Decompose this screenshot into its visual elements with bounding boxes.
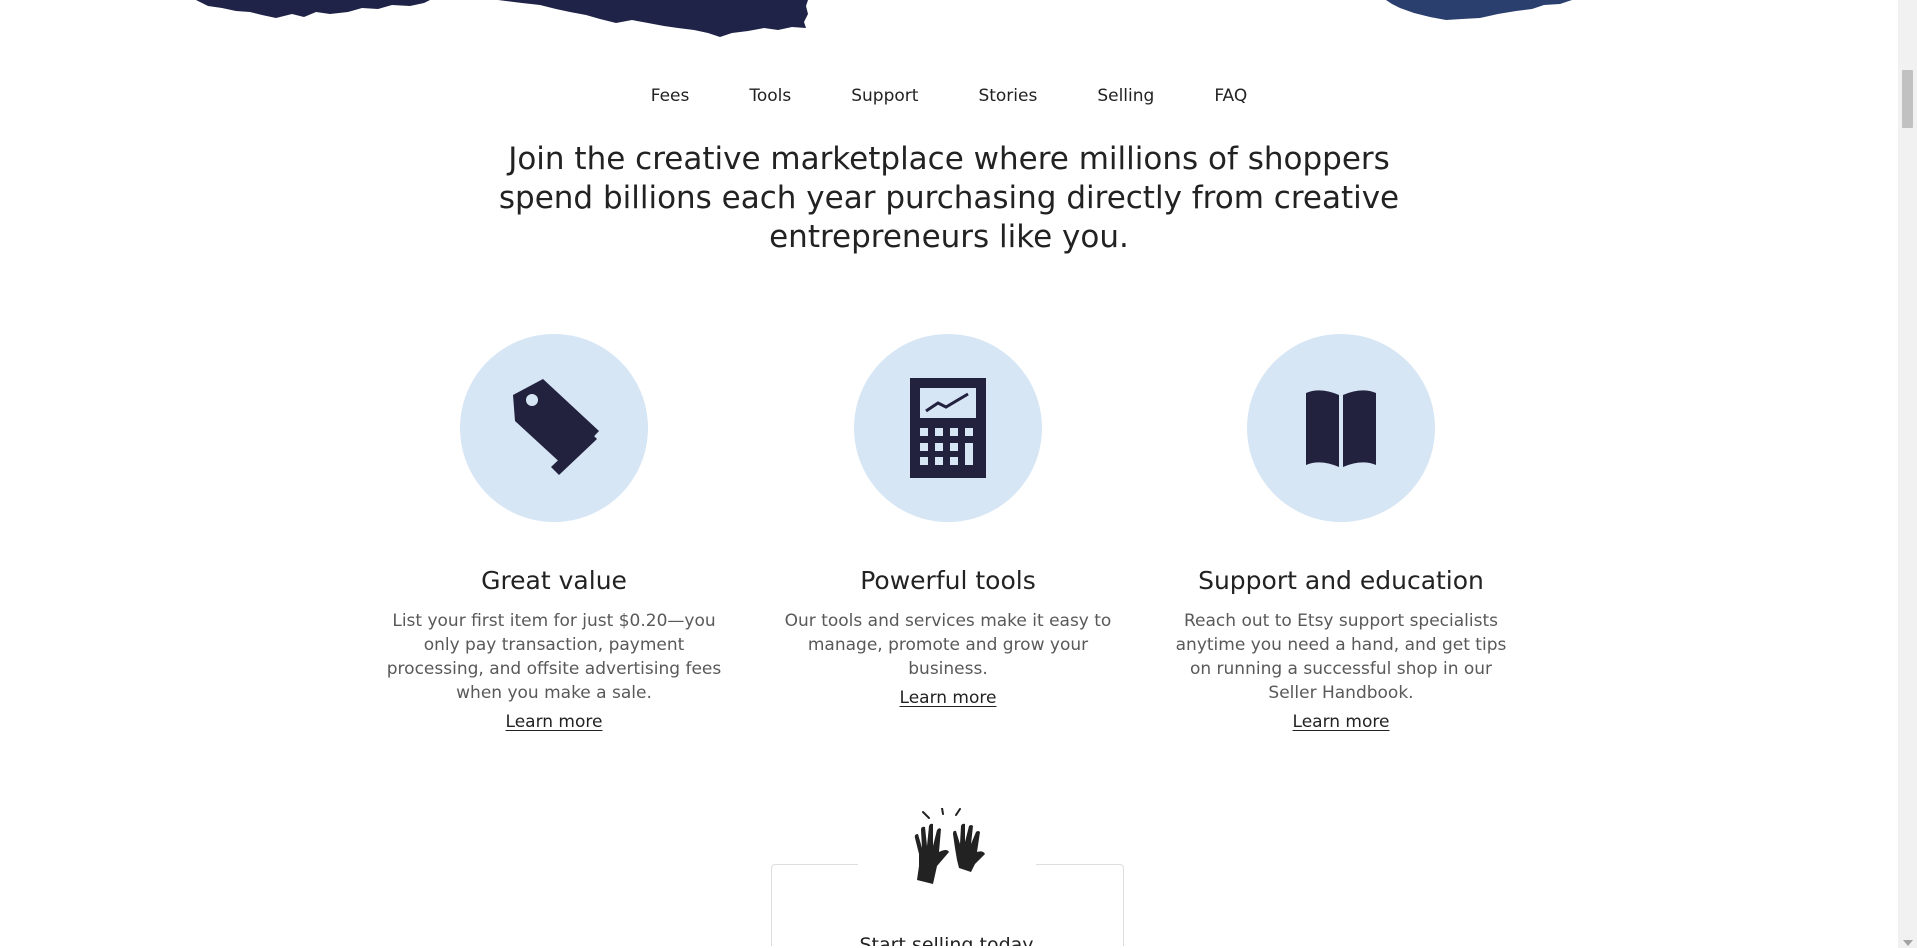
feature-great-value: Great value List your first item for jus… [374,334,734,732]
learn-more-link[interactable]: Learn more [900,688,997,708]
feature-icon-circle [854,334,1042,522]
feature-description: List your first item for just $0.20—you … [386,611,722,703]
clapping-hands-icon [914,808,985,884]
feature-icon-circle [1247,334,1435,522]
scrollbar[interactable] [1898,0,1917,948]
nav-stories[interactable]: Stories [978,86,1037,106]
learn-more-link[interactable]: Learn more [506,712,603,732]
nav-support[interactable]: Support [851,86,918,106]
nav-tools[interactable]: Tools [749,86,791,106]
feature-title: Powerful tools [860,566,1036,595]
page: Fees Tools Support Stories Selling FAQ J… [0,0,1898,946]
feature-powerful-tools: Powerful tools Our tools and services ma… [768,334,1128,708]
cta-title: Start selling today [859,934,1034,946]
nav-fees[interactable]: Fees [651,86,690,106]
price-tag-icon [513,379,599,475]
calculator-icon [910,378,986,478]
torn-paper-decoration [196,0,1572,37]
nav-faq[interactable]: FAQ [1214,86,1247,106]
learn-more-link[interactable]: Learn more [1293,712,1390,732]
scrollbar-thumb[interactable] [1902,70,1913,128]
scroll-down-arrow-icon[interactable] [1903,940,1913,946]
section-nav: Fees Tools Support Stories Selling FAQ [0,86,1898,106]
page-headline: Join the creative marketplace where mill… [498,141,1400,255]
nav-selling[interactable]: Selling [1097,86,1154,106]
feature-title: Support and education [1198,566,1484,595]
feature-icon-circle [460,334,648,522]
feature-description: Our tools and services make it easy to m… [784,611,1112,679]
feature-title: Great value [481,566,627,595]
open-book-icon [1306,390,1376,467]
feature-description: Reach out to Etsy support specialists an… [1175,611,1507,703]
feature-support-education: Support and education Reach out to Etsy … [1161,334,1521,732]
